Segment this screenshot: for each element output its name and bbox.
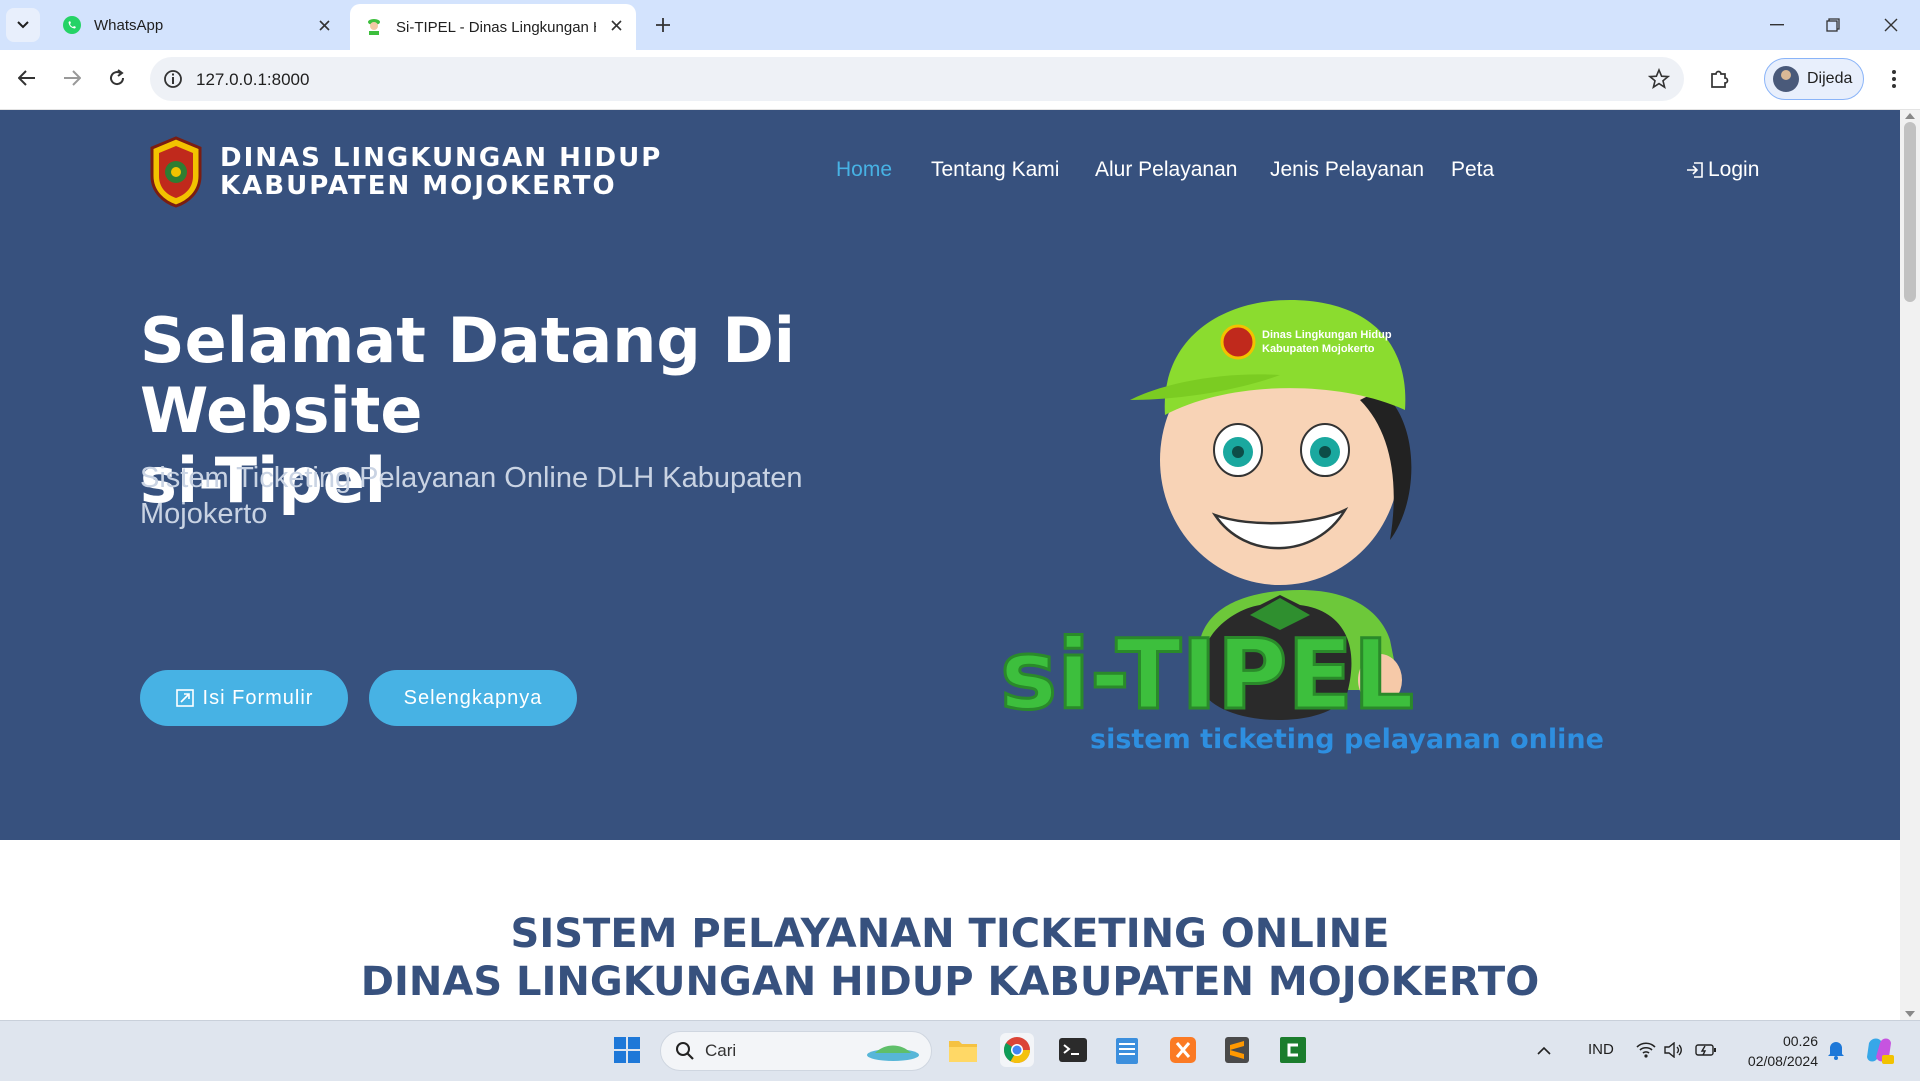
cap-text-line-2: Kabupaten Mojokerto bbox=[1262, 343, 1375, 355]
nav-home[interactable]: Home bbox=[836, 158, 892, 182]
volume-icon[interactable] bbox=[1662, 1033, 1686, 1067]
site-info-icon[interactable] bbox=[162, 68, 184, 90]
terminal-icon[interactable] bbox=[1056, 1033, 1090, 1067]
selengkapnya-label: Selengkapnya bbox=[403, 686, 543, 709]
show-hidden-icons-icon[interactable] bbox=[1534, 1033, 1554, 1067]
back-button[interactable] bbox=[10, 61, 44, 95]
arrow-left-icon bbox=[18, 70, 35, 86]
section-title-line-1: SISTEM PELAYANAN TICKETING ONLINE bbox=[510, 911, 1390, 957]
new-tab-button[interactable] bbox=[650, 12, 676, 38]
whatsapp-icon bbox=[63, 16, 81, 34]
copilot-icon[interactable] bbox=[1862, 1033, 1896, 1067]
start-button[interactable] bbox=[610, 1033, 644, 1067]
isi-formulir-label: Isi Formulir bbox=[202, 686, 314, 709]
sitipel-favicon-icon bbox=[368, 19, 380, 35]
reload-icon bbox=[110, 69, 125, 86]
clock-time: 00.26 bbox=[1782, 1033, 1818, 1049]
system-clock[interactable]: 00.26 02/08/2024 bbox=[1734, 1031, 1818, 1071]
restore-icon bbox=[1826, 18, 1840, 32]
address-bar[interactable]: 127.0.0.1:8000 bbox=[150, 57, 1684, 101]
cap-text-line-1: Dinas Lingkungan Hidup bbox=[1262, 329, 1392, 341]
sublime-text-icon[interactable] bbox=[1220, 1033, 1254, 1067]
url-text[interactable]: 127.0.0.1:8000 bbox=[196, 70, 309, 90]
plus-icon bbox=[656, 18, 670, 32]
puzzle-icon bbox=[1711, 70, 1729, 88]
file-explorer-icon[interactable] bbox=[946, 1033, 980, 1067]
scrollbar-thumb[interactable] bbox=[1904, 122, 1916, 302]
search-icon bbox=[676, 1042, 694, 1060]
clock-date: 02/08/2024 bbox=[1747, 1053, 1818, 1069]
avatar bbox=[1773, 66, 1799, 92]
tab-search-button[interactable] bbox=[6, 8, 40, 42]
xampp-icon[interactable] bbox=[1166, 1033, 1200, 1067]
site-brand[interactable]: DINAS LINGKUNGAN HIDUP KABUPATEN MOJOKER… bbox=[148, 136, 662, 208]
sitipel-mascot-illustration: Dinas Lingkungan Hidup Kabupaten Mojoker… bbox=[999, 300, 1604, 755]
code-editor-icon[interactable] bbox=[1276, 1033, 1310, 1067]
tab-title: Si-TIPEL - Dinas Lingkungan Hid bbox=[396, 18, 596, 36]
notepad-icon[interactable] bbox=[1110, 1033, 1144, 1067]
minimize-button[interactable] bbox=[1762, 12, 1792, 38]
page-viewport: DINAS LINGKUNGAN HIDUP KABUPATEN MOJOKER… bbox=[0, 110, 1900, 1020]
section-title-line-2: DINAS LINGKUNGAN HIDUP KABUPATEN MOJOKER… bbox=[360, 959, 1540, 1005]
login-link[interactable]: Login bbox=[1686, 158, 1759, 182]
nav-tentang-kami[interactable]: Tentang Kami bbox=[931, 158, 1059, 182]
login-icon bbox=[1687, 162, 1703, 178]
chevron-down-icon bbox=[17, 21, 29, 29]
reload-button[interactable] bbox=[100, 61, 134, 95]
close-tab-icon[interactable] bbox=[606, 15, 626, 35]
search-highlight-icon bbox=[867, 1045, 919, 1061]
brand-line-1: DINAS LINGKUNGAN HIDUP bbox=[220, 143, 663, 173]
nav-jenis-pelayanan[interactable]: Jenis Pelayanan bbox=[1270, 158, 1424, 182]
minimize-icon bbox=[1770, 24, 1784, 26]
mascot-logo-tagline: sistem ticketing pelayanan online bbox=[1090, 724, 1604, 755]
taskbar-search[interactable]: Cari bbox=[660, 1031, 932, 1071]
section-title: SISTEM PELAYANAN TICKETING ONLINE DINAS … bbox=[0, 910, 1900, 1006]
profile-name: Dijeda bbox=[1807, 70, 1853, 87]
scroll-down-arrow-icon[interactable] bbox=[1905, 1011, 1915, 1017]
profile-button[interactable]: Dijeda bbox=[1764, 58, 1864, 100]
windows-start-icon bbox=[614, 1037, 640, 1063]
chrome-icon[interactable] bbox=[1000, 1033, 1034, 1067]
browser-toolbar: 127.0.0.1:8000 Dijeda bbox=[0, 50, 1920, 110]
isi-formulir-button[interactable]: Isi Formulir bbox=[140, 670, 348, 726]
language-indicator[interactable]: IND bbox=[1588, 1041, 1614, 1058]
more-vertical-icon bbox=[1892, 70, 1896, 88]
hero-title-line-1: Selamat Datang Di Website bbox=[140, 304, 796, 447]
brand-line-2: KABUPATEN MOJOKERTO bbox=[220, 171, 617, 201]
arrow-right-icon bbox=[64, 70, 81, 86]
bookmark-star-icon[interactable] bbox=[1648, 68, 1670, 90]
nav-peta[interactable]: Peta bbox=[1451, 158, 1494, 182]
tab-whatsapp[interactable]: WhatsApp bbox=[48, 4, 344, 46]
page-scrollbar[interactable] bbox=[1900, 110, 1920, 1020]
mascot-logo-text: si-TIPEL bbox=[1000, 619, 1414, 731]
form-icon bbox=[175, 689, 194, 707]
forward-button[interactable] bbox=[55, 61, 89, 95]
tab-sitipel[interactable]: Si-TIPEL - Dinas Lingkungan Hid bbox=[350, 4, 636, 50]
notification-bell-icon[interactable] bbox=[1824, 1033, 1848, 1067]
close-icon bbox=[1884, 18, 1898, 32]
search-placeholder: Cari bbox=[705, 1041, 737, 1060]
close-tab-icon[interactable] bbox=[314, 15, 334, 35]
kabupaten-emblem-icon bbox=[150, 136, 202, 208]
nav-alur-pelayanan[interactable]: Alur Pelayanan bbox=[1095, 158, 1237, 182]
login-label: Login bbox=[1708, 158, 1760, 181]
hero-section: DINAS LINGKUNGAN HIDUP KABUPATEN MOJOKER… bbox=[0, 110, 1900, 840]
close-window-button[interactable] bbox=[1876, 12, 1906, 38]
battery-icon[interactable] bbox=[1694, 1033, 1718, 1067]
browser-menu-button[interactable] bbox=[1880, 64, 1908, 94]
restore-button[interactable] bbox=[1818, 12, 1848, 38]
tab-title: WhatsApp bbox=[94, 16, 164, 34]
wifi-icon[interactable] bbox=[1634, 1033, 1658, 1067]
browser-tab-bar: WhatsApp Si-TIPEL - Dinas Lingkungan Hid bbox=[0, 0, 1920, 50]
extensions-button[interactable] bbox=[1704, 64, 1734, 94]
windows-taskbar: Cari IND 00.26 02/08/2024 bbox=[0, 1020, 1920, 1081]
selengkapnya-button[interactable]: Selengkapnya bbox=[369, 670, 577, 726]
hero-subtitle: Sistem Ticketing Pelayanan Online DLH Ka… bbox=[140, 462, 803, 530]
scroll-up-arrow-icon[interactable] bbox=[1905, 113, 1915, 119]
